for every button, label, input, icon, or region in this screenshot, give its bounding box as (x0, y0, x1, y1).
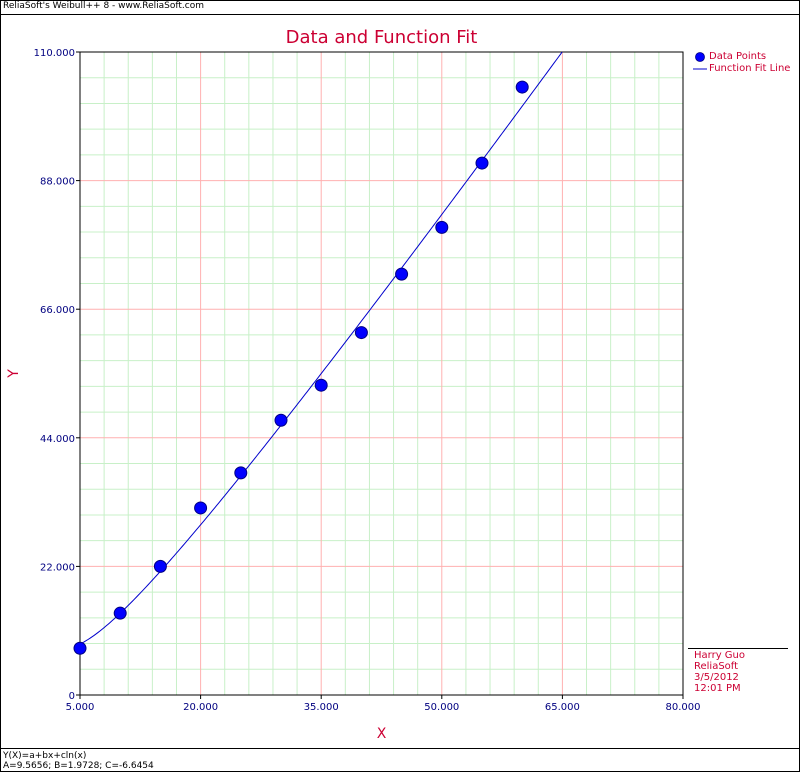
chart: 5.000 20.000 35.000 50.000 65.000 80.000 0 22.… (6, 27, 701, 742)
x-tick-label: 35.000 (304, 702, 339, 713)
signature-time: 12:01 PM (694, 683, 741, 694)
signature-company: ReliaSoft (694, 661, 739, 672)
major-grid (80, 52, 683, 695)
equation-text: Y(X)=a+bx+cln(x) (3, 751, 87, 761)
x-axis: 5.000 20.000 35.000 50.000 65.000 80.000 (66, 695, 701, 713)
plot-area (79, 51, 684, 696)
data-point (234, 466, 248, 480)
signature-divider (688, 648, 788, 649)
signature-name: Harry Guo (694, 650, 745, 661)
circle-marker-icon (695, 52, 705, 62)
signature-block: Harry Guo ReliaSoft 3/5/2012 12:01 PM (694, 650, 745, 694)
x-tick-label: 20.000 (183, 702, 218, 713)
y-tick-label: 0 (69, 691, 75, 702)
y-axis-label: Y (6, 369, 22, 379)
data-point (354, 326, 368, 340)
x-tick-label: 5.000 (66, 702, 95, 713)
signature-date: 3/5/2012 (694, 672, 739, 683)
y-tick-label: 22.000 (40, 562, 75, 573)
data-point (475, 156, 489, 170)
x-tick-label: 50.000 (424, 702, 459, 713)
legend-label: Function Fit Line (709, 63, 791, 74)
y-tick-label: 44.000 (40, 434, 75, 445)
data-point (73, 641, 87, 655)
line-marker-icon (693, 68, 707, 70)
equation-bar: Y(X)=a+bx+cln(x) A=9.5656; B=1.9728; C=-… (0, 748, 800, 773)
x-tick-label: 65.000 (545, 702, 580, 713)
data-points (73, 80, 529, 655)
legend-label: Data Points (709, 51, 767, 62)
data-point (194, 501, 208, 515)
y-tick-label: 110.000 (34, 48, 75, 59)
chart-title: Data and Function Fit (286, 27, 478, 48)
x-axis-label: X (377, 726, 387, 742)
y-tick-label: 66.000 (40, 305, 75, 316)
data-point (395, 267, 409, 281)
parameters-text: A=9.5656; B=1.9728; C=-6.6454 (3, 761, 154, 771)
data-point (515, 80, 529, 94)
data-point (435, 220, 449, 234)
y-tick-label: 88.000 (40, 177, 75, 188)
x-tick-label: 80.000 (666, 702, 701, 713)
minor-grid (80, 52, 683, 695)
y-axis: 0 22.000 44.000 66.000 88.000 110.000 (34, 48, 80, 702)
data-point (153, 559, 167, 573)
data-point (314, 378, 328, 392)
data-point (274, 413, 288, 427)
data-point (113, 606, 127, 620)
